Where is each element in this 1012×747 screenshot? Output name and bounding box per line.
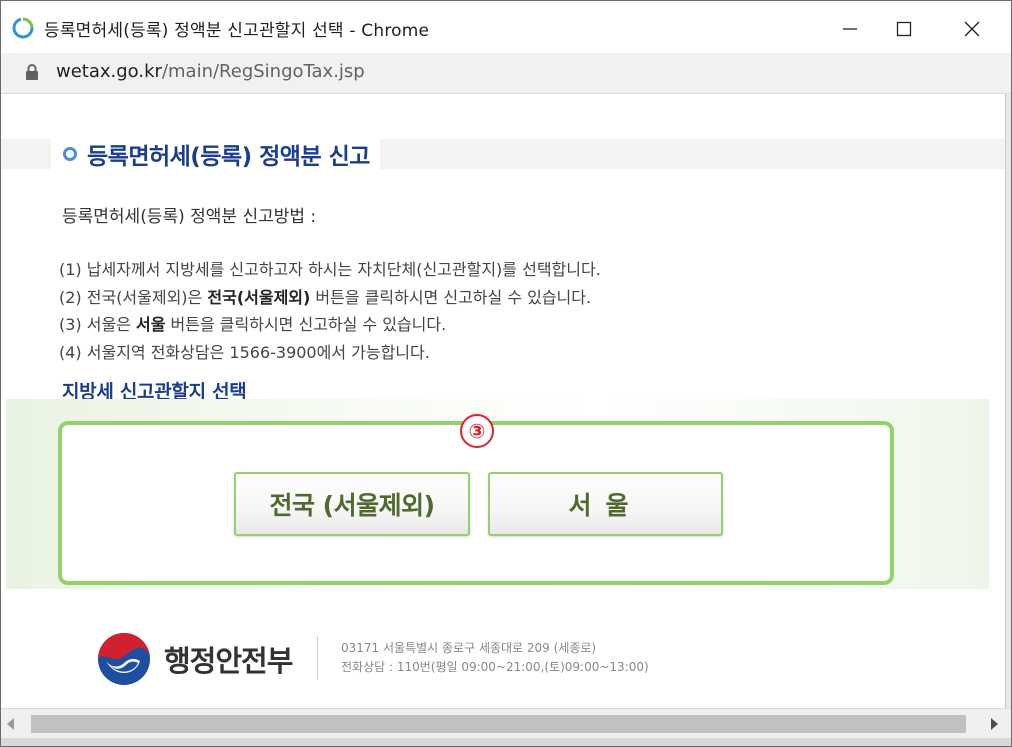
instruction-list: (1) 납세자께서 지방세를 신고하고자 하시는 자치단체(신고관할지)를 선택… — [59, 256, 601, 366]
url-host: wetax.go.kr — [56, 61, 162, 82]
chrome-popup-window: 등록면허세(등록) 정액분 신고관할지 선택 - Chrome wetax.go… — [0, 0, 1012, 747]
instruction-text: (2) 전국(서울제외)은 — [59, 287, 208, 307]
ministry-name: 행정안전부 — [164, 644, 293, 678]
minimize-button[interactable] — [827, 9, 873, 49]
url-text: wetax.go.kr/main/RegSingoTax.jsp — [56, 61, 365, 82]
instruction-emphasis: 전국(서울제외) — [207, 287, 311, 307]
instruction-text: 버튼을 클릭하시면 신고하실 수 있습니다. — [165, 315, 447, 334]
lock-icon — [26, 64, 38, 80]
footer-divider — [317, 636, 318, 680]
close-icon — [964, 21, 980, 37]
window-title: 등록면허세(등록) 정액분 신고관할지 선택 - Chrome — [44, 21, 430, 41]
title-bar[interactable]: 등록면허세(등록) 정액분 신고관할지 선택 - Chrome — [1, 1, 1011, 53]
minimize-icon — [843, 28, 857, 30]
instruction-text: 버튼을 클릭하시면 신고하실 수 있습니다. — [310, 287, 592, 307]
footer-phone: 전화상담 : 110번(평일 09:00~21:00,(토)09:00~13:0… — [341, 660, 649, 674]
nationwide-button[interactable]: 전국 (서울제외) — [234, 472, 470, 536]
instruction-item: (1) 납세자께서 지방세를 신고하고자 하시는 자치단체(신고관할지)를 선택… — [59, 260, 601, 279]
page-header: 등록면허세(등록) 정액분 신고 — [51, 137, 380, 171]
maximize-button[interactable] — [881, 9, 927, 49]
instruction-text: (3) 서울은 — [59, 315, 136, 334]
circle-bullet-icon — [63, 147, 77, 161]
address-bar[interactable]: wetax.go.kr/main/RegSingoTax.jsp — [1, 53, 1011, 94]
scroll-left-icon[interactable] — [7, 718, 14, 730]
instruction-item: (3) 서울은 서울 버튼을 클릭하시면 신고하실 수 있습니다. — [59, 311, 601, 339]
scroll-right-icon[interactable] — [991, 718, 998, 730]
scrollbar-thumb[interactable] — [31, 715, 966, 733]
instruction-emphasis: 서울 — [136, 315, 166, 334]
chrome-app-icon — [12, 17, 34, 39]
instruction-item: (2) 전국(서울제외)은 전국(서울제외) 버튼을 클릭하시면 신고하실 수 … — [59, 284, 601, 312]
seoul-button[interactable]: 서울 — [488, 472, 723, 536]
footer-info: 03171 서울특별시 종로구 세종대로 209 (세종로) 전화상담 : 11… — [341, 639, 649, 677]
footer-address: 03171 서울특별시 종로구 세종대로 209 (세종로) — [341, 641, 597, 655]
page-title: 등록면허세(등록) 정액분 신고 — [87, 144, 370, 170]
horizontal-scrollbar[interactable] — [1, 708, 1011, 739]
maximize-icon — [896, 21, 912, 37]
window-bottom-edge — [1, 738, 1011, 746]
step-marker: ③ — [460, 414, 494, 448]
page-content: 등록면허세(등록) 정액분 신고 등록면허세(등록) 정액분 신고방법 : (1… — [1, 94, 1011, 708]
url-path: /main/RegSingoTax.jsp — [161, 61, 365, 82]
close-button[interactable] — [949, 9, 995, 49]
method-title: 등록면허세(등록) 정액분 신고방법 : — [62, 207, 317, 227]
vertical-scroll-edge[interactable] — [1005, 94, 1011, 708]
government-logo-icon — [98, 633, 150, 685]
instruction-item: (4) 서울지역 전화상담은 1566-3900에서 가능합니다. — [59, 342, 430, 362]
